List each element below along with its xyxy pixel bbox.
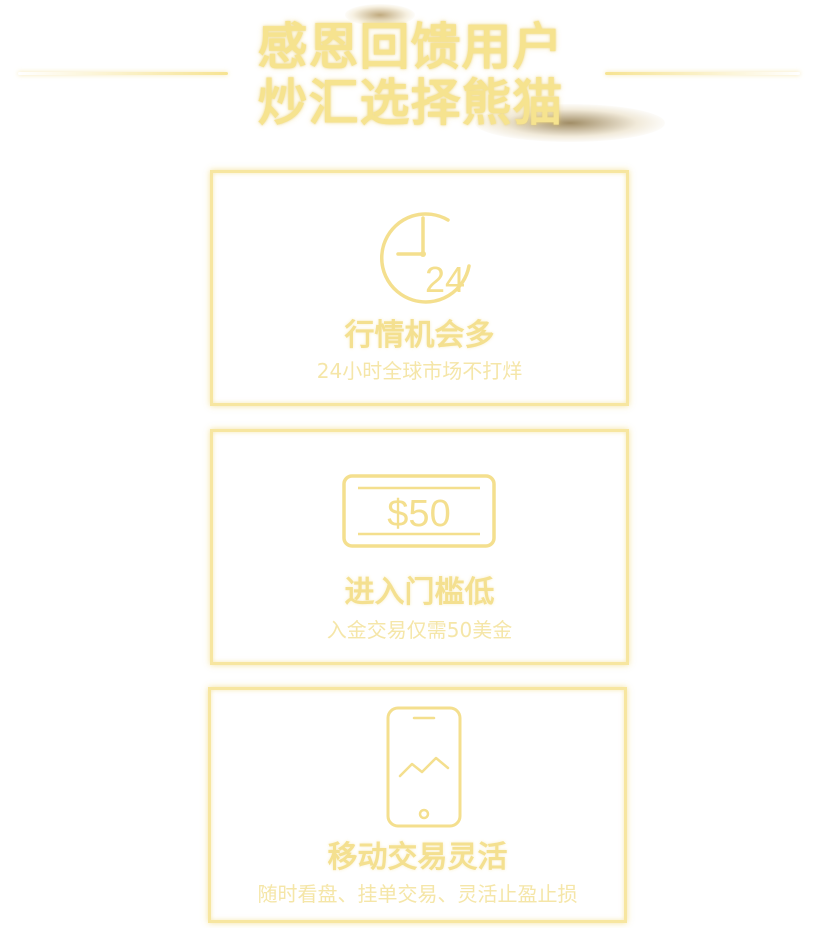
feature-title-low-entry: 进入门槛低 [344, 575, 495, 610]
feature-subtitle-low-entry: 入金交易仅需50美金 [326, 618, 513, 642]
feature-title-mobile-trading: 移动交易灵活 [327, 840, 508, 875]
mobile-chart-icon [386, 706, 462, 828]
feature-subtitle-mobile-trading: 随时看盘、挂单交易、灵活止盈止损 [257, 882, 578, 906]
feature-card-market-hours: 24 行情机会多 24小时全球市场不打烊 [210, 170, 629, 406]
header-banner: 感恩回馈用户 炒汇选择熊猫 [0, 0, 821, 160]
header-title-line2: 炒汇选择熊猫 [257, 74, 564, 132]
feature-card-mobile-trading: 移动交易灵活 随时看盘、挂单交易、灵活止盈止损 [208, 687, 627, 923]
clock-24-icon: 24 [379, 212, 471, 304]
dollar-bill-icon: $50 [342, 474, 496, 548]
svg-text:24: 24 [425, 259, 465, 300]
feature-title-market-hours: 行情机会多 [344, 318, 495, 353]
header-title-line1: 感恩回馈用户 [257, 18, 564, 76]
feature-subtitle-market-hours: 24小时全球市场不打烊 [316, 359, 523, 383]
svg-text:$50: $50 [387, 493, 450, 535]
feature-card-low-entry: $50 进入门槛低 入金交易仅需50美金 [210, 429, 629, 665]
